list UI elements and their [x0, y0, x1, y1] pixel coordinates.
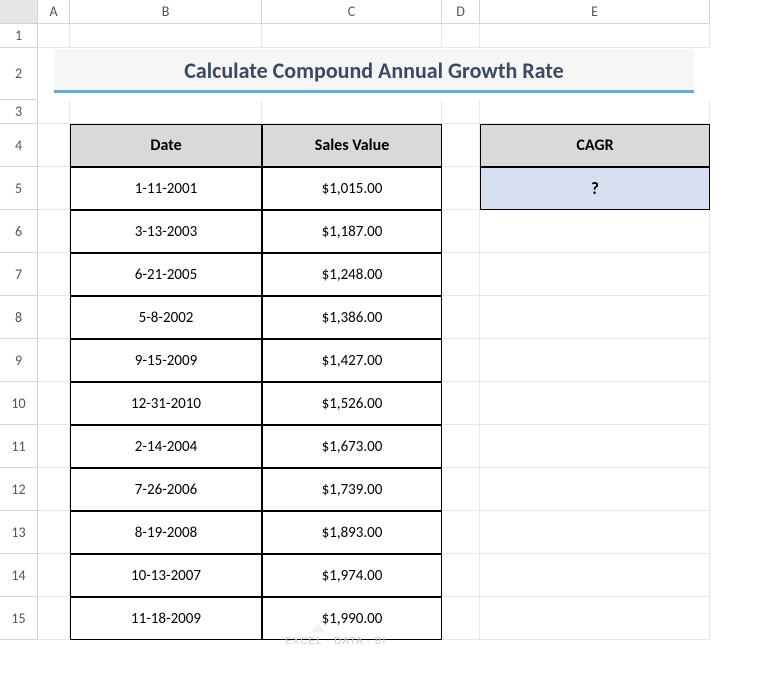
cell-a11[interactable] [38, 425, 70, 468]
cell-d8[interactable] [442, 296, 480, 339]
cell-d4[interactable] [442, 124, 480, 167]
table-row[interactable]: $1,427.00 [262, 339, 442, 382]
row-header-13[interactable]: 13 [0, 511, 38, 554]
row-header-9[interactable]: 9 [0, 339, 38, 382]
cell-a12[interactable] [38, 468, 70, 511]
row-header-5[interactable]: 5 [0, 167, 38, 210]
cell-e7[interactable] [480, 253, 710, 296]
cell-c3[interactable] [262, 100, 442, 124]
cell-a6[interactable] [38, 210, 70, 253]
cell-b1[interactable] [70, 24, 262, 48]
cagr-value-cell[interactable]: ? [480, 167, 710, 210]
cell-a7[interactable] [38, 253, 70, 296]
table-row[interactable]: $1,386.00 [262, 296, 442, 339]
table-row[interactable]: $1,187.00 [262, 210, 442, 253]
table-row[interactable]: 5-8-2002 [70, 296, 262, 339]
cell-d13[interactable] [442, 511, 480, 554]
cell-a15[interactable] [38, 597, 70, 640]
table-row[interactable]: 8-19-2008 [70, 511, 262, 554]
table-row[interactable]: $1,893.00 [262, 511, 442, 554]
cell-d5[interactable] [442, 167, 480, 210]
table-row[interactable]: $1,015.00 [262, 167, 442, 210]
cell-e14[interactable] [480, 554, 710, 597]
row-header-1[interactable]: 1 [0, 24, 38, 48]
col-header-d[interactable]: D [442, 0, 480, 24]
table-row[interactable]: 3-13-2003 [70, 210, 262, 253]
table-header-sales[interactable]: Sales Value [262, 124, 442, 167]
cell-a10[interactable] [38, 382, 70, 425]
cell-b3[interactable] [70, 100, 262, 124]
table-row[interactable]: $1,739.00 [262, 468, 442, 511]
spreadsheet-grid: A B C D E 1 2 3 4 5 6 7 8 9 10 11 12 13 … [0, 0, 710, 640]
watermark-text: EXCEL · DATA · BI [285, 636, 386, 647]
cell-a4[interactable] [38, 124, 70, 167]
col-header-e[interactable]: E [480, 0, 710, 24]
cell-d7[interactable] [442, 253, 480, 296]
cell-d6[interactable] [442, 210, 480, 253]
cell-e13[interactable] [480, 511, 710, 554]
table-header-date[interactable]: Date [70, 124, 262, 167]
cell-c1[interactable] [262, 24, 442, 48]
cell-d14[interactable] [442, 554, 480, 597]
row-header-4[interactable]: 4 [0, 124, 38, 167]
table-row[interactable]: 11-18-2009 [70, 597, 262, 640]
col-header-a[interactable]: A [38, 0, 70, 24]
row-header-12[interactable]: 12 [0, 468, 38, 511]
cell-d12[interactable] [442, 468, 480, 511]
cell-e8[interactable] [480, 296, 710, 339]
col-header-b[interactable]: B [70, 0, 262, 24]
cell-d9[interactable] [442, 339, 480, 382]
watermark-icon [310, 620, 326, 634]
row-header-15[interactable]: 15 [0, 597, 38, 640]
cell-a3[interactable] [38, 100, 70, 124]
table-row[interactable]: $1,526.00 [262, 382, 442, 425]
row-header-11[interactable]: 11 [0, 425, 38, 468]
table-row[interactable]: 12-31-2010 [70, 382, 262, 425]
table-row[interactable]: $1,673.00 [262, 425, 442, 468]
cell-a8[interactable] [38, 296, 70, 339]
cell-d10[interactable] [442, 382, 480, 425]
cell-a14[interactable] [38, 554, 70, 597]
cell-e12[interactable] [480, 468, 710, 511]
table-row[interactable]: 1-11-2001 [70, 167, 262, 210]
table-row[interactable]: $1,990.00 [262, 597, 442, 640]
row-header-14[interactable]: 14 [0, 554, 38, 597]
cell-d1[interactable] [442, 24, 480, 48]
cell-e1[interactable] [480, 24, 710, 48]
cell-e9[interactable] [480, 339, 710, 382]
row-header-6[interactable]: 6 [0, 210, 38, 253]
cell-d11[interactable] [442, 425, 480, 468]
cell-e3[interactable] [480, 100, 710, 124]
cell-d3[interactable] [442, 100, 480, 124]
table-row[interactable]: 9-15-2009 [70, 339, 262, 382]
cell-e6[interactable] [480, 210, 710, 253]
table-row[interactable]: 2-14-2004 [70, 425, 262, 468]
cagr-header[interactable]: CAGR [480, 124, 710, 167]
row-header-7[interactable]: 7 [0, 253, 38, 296]
table-row[interactable]: 10-13-2007 [70, 554, 262, 597]
table-row[interactable]: $1,974.00 [262, 554, 442, 597]
row-header-2[interactable]: 2 [0, 48, 38, 100]
cell-a5[interactable] [38, 167, 70, 210]
col-header-c[interactable]: C [262, 0, 442, 24]
row-header-8[interactable]: 8 [0, 296, 38, 339]
cell-a9[interactable] [38, 339, 70, 382]
table-row[interactable]: 6-21-2005 [70, 253, 262, 296]
row-header-10[interactable]: 10 [0, 382, 38, 425]
table-row[interactable]: $1,248.00 [262, 253, 442, 296]
cell-e11[interactable] [480, 425, 710, 468]
cell-a1[interactable] [38, 24, 70, 48]
select-all-corner[interactable] [0, 0, 38, 24]
cell-e10[interactable] [480, 382, 710, 425]
cell-e15[interactable] [480, 597, 710, 640]
table-row[interactable]: 7-26-2006 [70, 468, 262, 511]
title-cell[interactable]: Calculate Compound Annual Growth Rate [38, 48, 710, 100]
cell-a13[interactable] [38, 511, 70, 554]
row-header-3[interactable]: 3 [0, 100, 38, 124]
cell-d15[interactable] [442, 597, 480, 640]
page-title: Calculate Compound Annual Growth Rate [54, 49, 694, 93]
